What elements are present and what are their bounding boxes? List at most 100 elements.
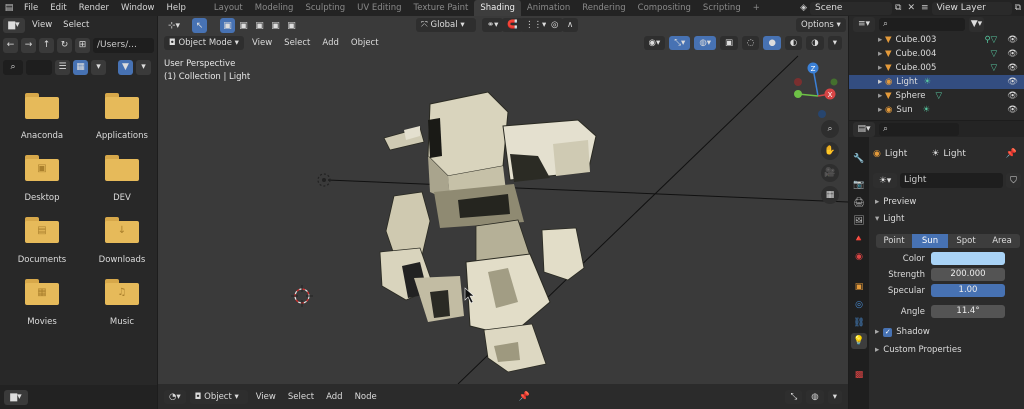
scene-selector[interactable]: Scene xyxy=(810,1,893,15)
light-type-spot[interactable]: Spot xyxy=(948,234,984,248)
search-icon[interactable]: ⌕ xyxy=(3,59,23,75)
tab-scripting[interactable]: Scripting xyxy=(697,0,747,16)
file-browser-menu-view[interactable]: View xyxy=(28,20,56,30)
outliner-row-cube-005[interactable]: ▸ ▼ Cube.005 ▽ 👁 xyxy=(849,61,1024,75)
preview-panel-header[interactable]: ▸ Preview xyxy=(875,197,916,207)
file-browser-editor-type-icon[interactable]: ▆▾ xyxy=(3,17,25,33)
visibility-eye-icon[interactable]: 👁 xyxy=(1007,77,1018,87)
display-dropdown-icon[interactable]: ▾ xyxy=(91,59,106,75)
shadow-panel-header[interactable]: ▸ ✓ Shadow xyxy=(875,327,930,337)
tab-texture-paint[interactable]: Texture Paint xyxy=(408,0,475,16)
tab-layout[interactable]: Layout xyxy=(208,0,249,16)
folder-desktop[interactable]: ▣ Desktop xyxy=(10,155,74,203)
outliner-row-cube-004[interactable]: ▸ ▼ Cube.004 ▽ 👁 xyxy=(849,47,1024,61)
tab-animation[interactable]: Animation xyxy=(521,0,576,16)
refresh-icon[interactable]: ↻ xyxy=(57,37,72,53)
view-layer-selector[interactable]: View Layer xyxy=(931,1,1012,15)
folder-downloads[interactable]: ↓ Downloads xyxy=(90,217,154,265)
camera-view-icon[interactable]: 🎥 xyxy=(821,164,839,182)
tab-modeling[interactable]: Modeling xyxy=(249,0,300,16)
editor-type-icon[interactable]: ▤ xyxy=(0,3,18,13)
outliner-editor-type-icon[interactable]: ≡▾ xyxy=(853,16,875,32)
visibility-eye-icon[interactable]: 👁 xyxy=(1007,91,1018,101)
light-panel-header[interactable]: ▾ Light xyxy=(875,214,905,224)
display-mode-grid-icon[interactable]: ▦ xyxy=(73,59,88,75)
filter-icon[interactable]: ▼ xyxy=(118,59,133,75)
overlay-icon[interactable]: ◍ xyxy=(806,389,824,404)
new-folder-icon[interactable]: ⊞ xyxy=(75,37,90,53)
light-datablock-name-field[interactable]: Light xyxy=(900,173,1003,188)
add-workspace-button[interactable]: + xyxy=(747,0,766,16)
light-type-point[interactable]: Point xyxy=(876,234,912,248)
fake-user-icon[interactable]: ⛉ xyxy=(1006,173,1021,188)
tab-uv-editing[interactable]: UV Editing xyxy=(351,0,407,16)
physics-tab-icon[interactable]: ◎ xyxy=(851,297,867,313)
directory-path-field[interactable]: /Users/... xyxy=(93,37,154,53)
visibility-eye-icon[interactable]: 👁 xyxy=(1007,49,1018,59)
menu-file[interactable]: File xyxy=(18,3,44,13)
menu-help[interactable]: Help xyxy=(160,3,191,13)
display-mode-list-icon[interactable]: ☰ xyxy=(55,59,70,75)
folder-movies[interactable]: ▦ Movies xyxy=(10,279,74,327)
folder-anaconda[interactable]: Anaconda xyxy=(10,93,74,141)
output-tab-icon[interactable]: 🖨 xyxy=(851,195,867,211)
view-layer-tab-icon[interactable]: 🖼 xyxy=(851,213,867,229)
file-browser-footer-editor-icon[interactable]: ▆▾ xyxy=(4,389,28,405)
light-data-tab-icon[interactable]: 💡 xyxy=(851,333,867,349)
tab-shading[interactable]: Shading xyxy=(474,0,521,16)
zoom-icon[interactable]: ⌕ xyxy=(821,120,839,138)
outliner-row-light[interactable]: ▸ ◉ Light ☀ 👁 xyxy=(849,75,1024,89)
view-layer-copy-icon[interactable]: ⧉ xyxy=(1012,3,1024,13)
folder-dev[interactable]: DEV xyxy=(90,155,154,203)
tab-sculpting[interactable]: Sculpting xyxy=(299,0,351,16)
outliner-filter-icon[interactable]: ▼▾ xyxy=(969,16,984,32)
visibility-eye-icon[interactable]: 👁 xyxy=(1007,63,1018,73)
scene-tab-icon[interactable]: 🔺 xyxy=(851,231,867,247)
parent-directory-icon[interactable]: ↑ xyxy=(39,37,54,53)
outliner-row-cube-003[interactable]: ▸ ▼ Cube.003 ⚲▽ 👁 xyxy=(849,33,1024,47)
color-swatch[interactable] xyxy=(931,252,1005,265)
object-type-dropdown[interactable]: ◘ Object ▾ xyxy=(189,389,248,404)
scene-close-icon[interactable]: ✕ xyxy=(904,3,918,13)
custom-properties-panel-header[interactable]: ▸ Custom Properties xyxy=(875,345,962,355)
properties-editor-type-icon[interactable]: ▤▾ xyxy=(853,121,875,137)
shadow-checkbox[interactable]: ✓ xyxy=(883,327,893,337)
scene-copy-icon[interactable]: ⧉ xyxy=(892,3,904,13)
world-tab-icon[interactable]: ◉ xyxy=(851,249,867,265)
back-arrow-icon[interactable]: ← xyxy=(3,37,18,53)
menu-window[interactable]: Window xyxy=(115,3,161,13)
pin-icon[interactable]: 📌 xyxy=(519,392,530,402)
folder-music[interactable]: ♫ Music xyxy=(90,279,154,327)
light-type-area[interactable]: Area xyxy=(984,234,1020,248)
specular-slider[interactable]: 1.00 xyxy=(931,284,1005,297)
constraints-tab-icon[interactable]: ⛓ xyxy=(851,315,867,331)
outliner-search-input[interactable]: ⌕ xyxy=(879,17,965,31)
render-tab-icon[interactable]: 📷 xyxy=(851,177,867,193)
tab-compositing[interactable]: Compositing xyxy=(632,0,697,16)
visibility-eye-icon[interactable]: 👁 xyxy=(1007,105,1018,115)
pan-hand-icon[interactable]: ✋ xyxy=(821,142,839,160)
node-options-icon[interactable]: ▾ xyxy=(827,389,842,404)
filter-dropdown-icon[interactable]: ▾ xyxy=(136,59,151,75)
perspective-toggle-icon[interactable]: ▦ xyxy=(821,186,839,204)
file-browser-menu-select[interactable]: Select xyxy=(59,20,93,30)
tool-tab-icon[interactable]: 🔧 xyxy=(851,151,867,167)
object-tab-icon[interactable]: ▣ xyxy=(851,279,867,295)
pin-icon[interactable]: 📌 xyxy=(1006,149,1017,159)
outliner-row-sun[interactable]: ▸ ◉ Sun ☀ 👁 xyxy=(849,103,1024,117)
folder-applications[interactable]: Applications xyxy=(90,93,154,141)
texture-tab-icon[interactable]: ▩ xyxy=(851,367,867,383)
shader-menu-view[interactable]: View xyxy=(252,392,280,402)
shader-menu-add[interactable]: Add xyxy=(322,392,346,402)
snap-icon[interactable]: ⤡ xyxy=(785,389,803,404)
menu-edit[interactable]: Edit xyxy=(44,3,72,13)
file-search-input[interactable] xyxy=(26,59,52,75)
visibility-eye-icon[interactable]: 👁 xyxy=(1007,35,1018,45)
light-type-sun[interactable]: Sun xyxy=(912,234,948,248)
tab-rendering[interactable]: Rendering xyxy=(576,0,631,16)
shader-editor-type-icon[interactable]: ◔▾ xyxy=(164,389,186,404)
forward-arrow-icon[interactable]: → xyxy=(21,37,36,53)
properties-search-input[interactable]: ⌕ xyxy=(879,122,959,136)
shader-menu-select[interactable]: Select xyxy=(284,392,318,402)
outliner-row-sphere[interactable]: ▸ ▼ Sphere ▽ 👁 xyxy=(849,89,1024,103)
